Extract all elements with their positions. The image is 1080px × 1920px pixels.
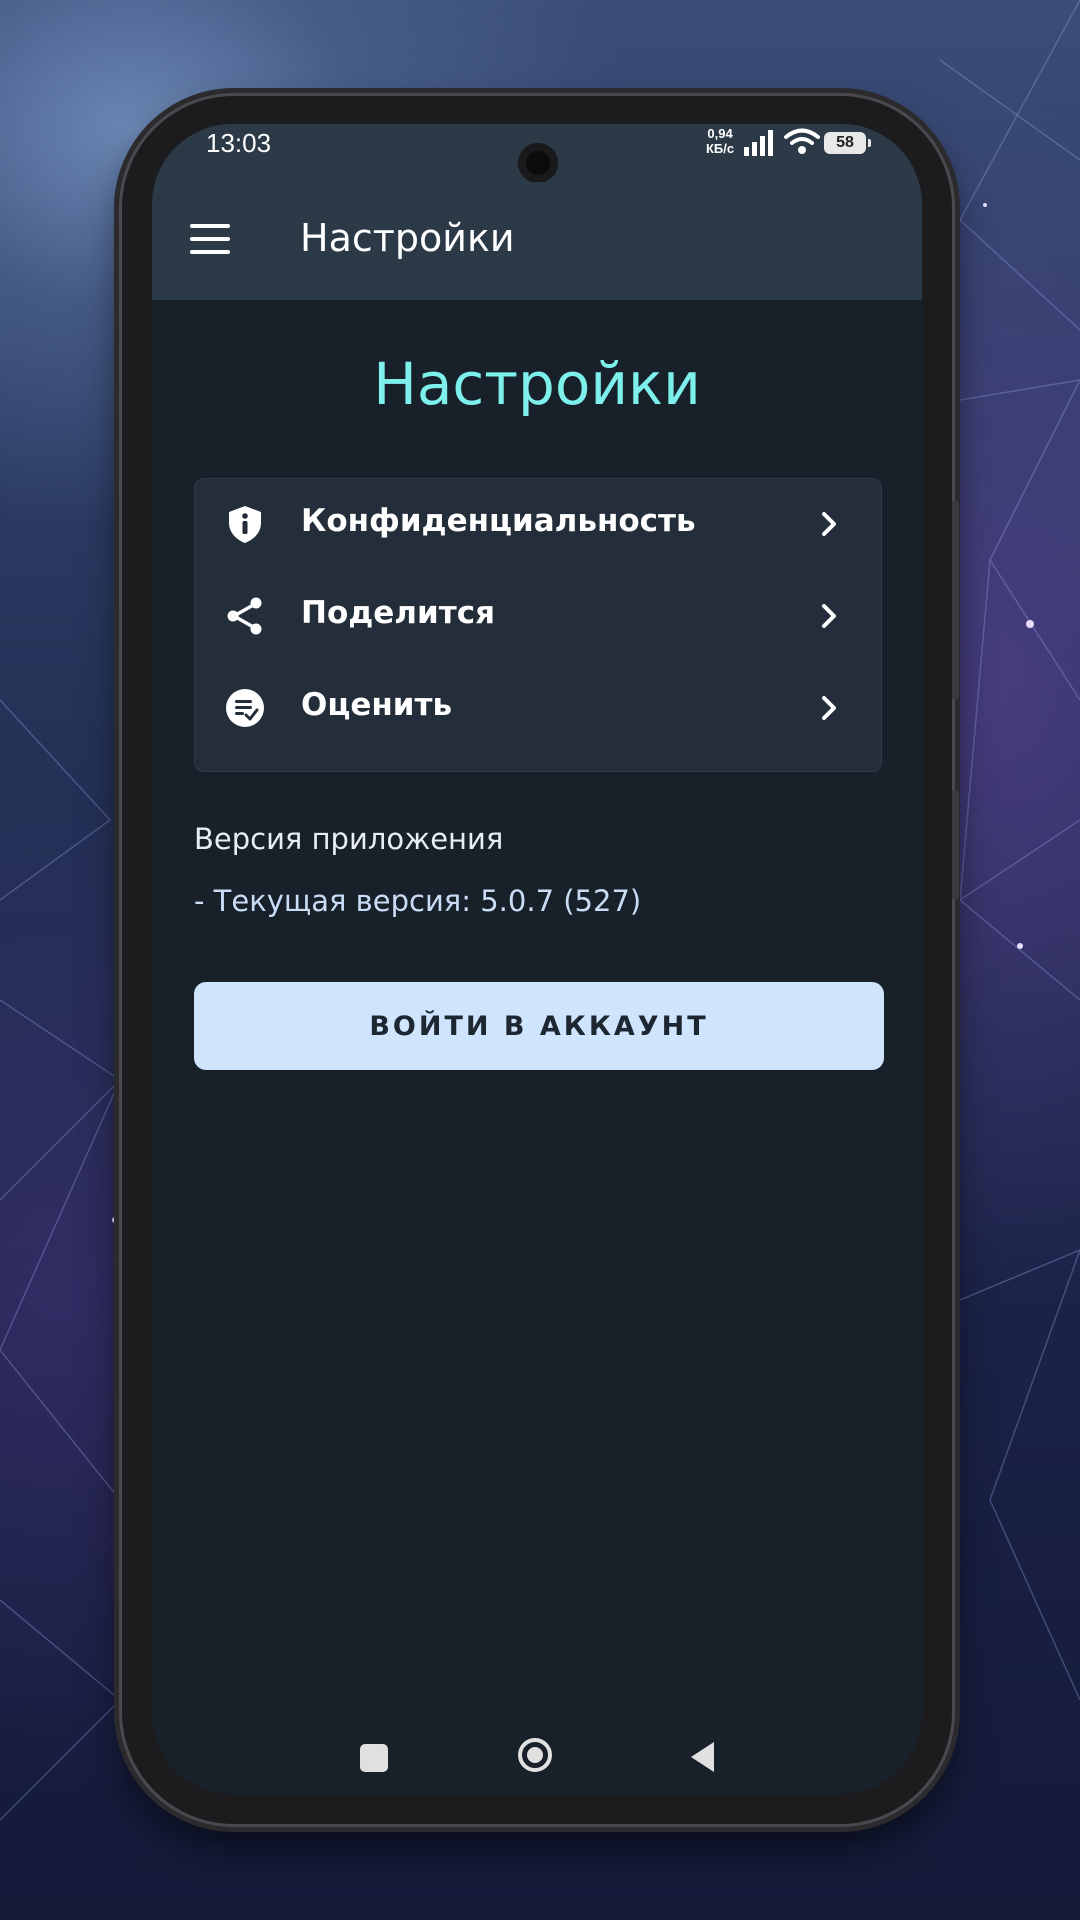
app-bar: Настройки xyxy=(152,182,922,300)
menu-item-label: Конфиденциальность xyxy=(301,503,696,539)
menu-item-privacy[interactable]: Конфиденциальность xyxy=(195,479,881,569)
chevron-right-icon xyxy=(822,604,836,628)
status-bar: 13:03 0,94 КБ/с 58 xyxy=(152,124,922,183)
front-camera xyxy=(518,143,558,183)
page-title: Настройки xyxy=(373,350,701,418)
recents-square-icon[interactable] xyxy=(360,1744,388,1772)
network-speed-value: 0,94 xyxy=(707,126,733,141)
system-nav-bar xyxy=(152,1722,922,1794)
version-heading: Версия приложения xyxy=(194,822,504,856)
status-time: 13:03 xyxy=(206,128,272,158)
app-bar-title: Настройки xyxy=(300,216,515,260)
network-speed: 0,94 КБ/с xyxy=(706,126,734,156)
power-button xyxy=(952,790,959,900)
share-icon xyxy=(227,597,262,635)
chevron-right-icon xyxy=(822,696,836,720)
menu-item-share[interactable]: Поделится xyxy=(195,571,881,661)
battery-indicator: 58 xyxy=(824,132,871,154)
network-speed-unit: КБ/с xyxy=(706,141,735,156)
home-circle-icon[interactable] xyxy=(518,1738,552,1772)
settings-menu-card: Конфиденциальность Поделится Оценить xyxy=(194,478,882,772)
hamburger-menu-icon[interactable] xyxy=(190,224,230,254)
volume-button xyxy=(952,500,959,700)
rate-icon xyxy=(226,689,264,727)
phone-screen: 13:03 0,94 КБ/с 58 Настройки Настройки К… xyxy=(152,124,922,1794)
chevron-right-icon xyxy=(822,512,836,536)
back-triangle-icon[interactable] xyxy=(688,1740,718,1774)
wifi-icon xyxy=(784,128,820,154)
shield-info-icon xyxy=(229,506,261,543)
menu-item-rate[interactable]: Оценить xyxy=(195,663,881,753)
signal-icon xyxy=(744,130,773,156)
menu-item-label: Поделится xyxy=(301,595,495,631)
current-version: - Текущая версия: 5.0.7 (527) xyxy=(194,884,642,918)
menu-item-label: Оценить xyxy=(301,687,453,723)
login-button[interactable]: ВОЙТИ В АККАУНТ xyxy=(194,982,884,1070)
